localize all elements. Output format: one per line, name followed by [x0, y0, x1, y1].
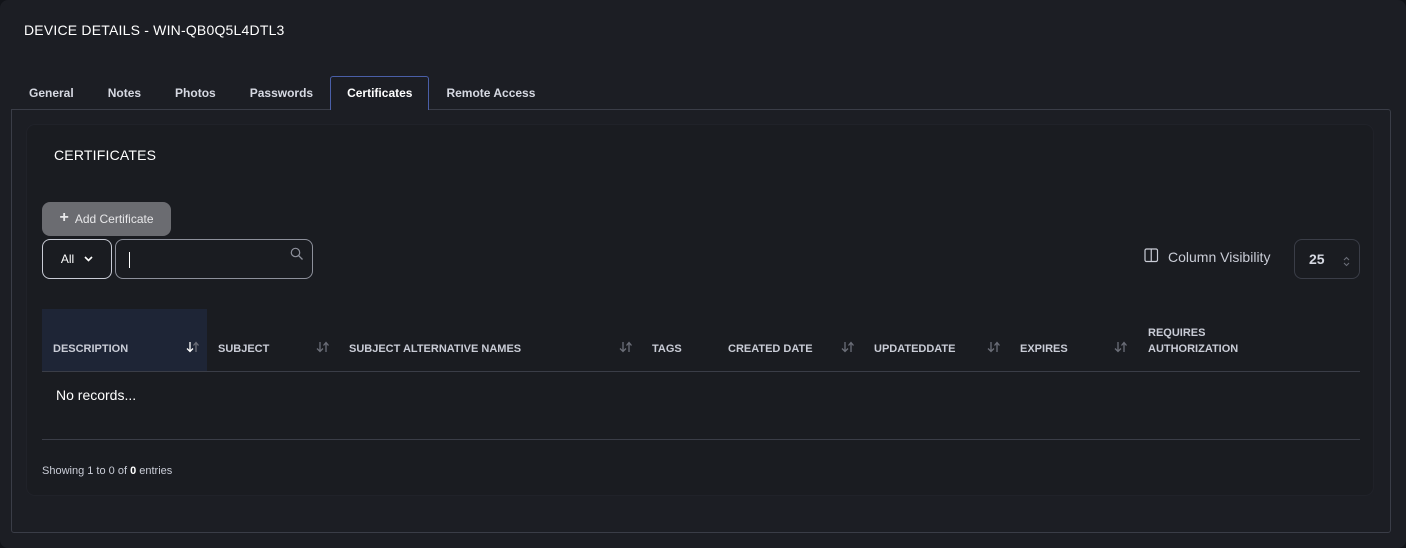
search-icon[interactable] — [290, 247, 304, 266]
chevron-down-icon — [84, 256, 93, 262]
column-header-expires[interactable]: EXPIRES — [1009, 309, 1137, 371]
sort-icon — [841, 341, 855, 356]
sort-icon — [619, 341, 633, 356]
tab-remote-access[interactable]: Remote Access — [429, 76, 552, 110]
page-size-value: 25 — [1309, 251, 1325, 267]
columns-icon — [1144, 248, 1159, 266]
column-header-created-date[interactable]: CREATED DATE — [717, 309, 862, 371]
page-title: DEVICE DETAILS - WIN-QB0Q5L4DTL3 — [24, 22, 285, 38]
column-visibility-label: Column Visibility — [1168, 249, 1271, 265]
column-label: UPDATEDDATE — [874, 343, 956, 355]
sort-desc-icon — [186, 341, 200, 356]
filter-value: All — [60, 252, 75, 266]
tab-certificates[interactable]: Certificates — [330, 76, 430, 110]
column-label: DESCRIPTION — [53, 343, 129, 355]
info-total: 0 — [130, 465, 137, 477]
filter-select[interactable]: All — [42, 239, 112, 279]
column-label: TAGS — [652, 343, 682, 355]
column-label: CREATED DATE — [728, 343, 813, 355]
column-header-subject-alternative-names[interactable]: SUBJECT ALTERNATIVE NAMES — [338, 309, 641, 371]
empty-table-message: No records... — [56, 387, 137, 403]
page-size-select[interactable]: 25 — [1294, 239, 1360, 279]
column-label: SUBJECT — [218, 343, 270, 355]
updown-icon — [1343, 254, 1350, 270]
search-field[interactable] — [115, 239, 313, 279]
text-cursor — [129, 252, 130, 268]
column-visibility-button[interactable]: Column Visibility — [1144, 248, 1270, 266]
table-bottom-divider — [42, 439, 1360, 440]
section-title: CERTIFICATES — [54, 147, 157, 163]
column-header-subject[interactable]: SUBJECT — [207, 309, 337, 371]
certificates-card: CERTIFICATES + Add Certificate All Colum… — [27, 125, 1373, 495]
tab-photos[interactable]: Photos — [158, 76, 233, 110]
sort-icon — [316, 341, 330, 356]
device-details-panel: DEVICE DETAILS - WIN-QB0Q5L4DTL3 General… — [0, 0, 1406, 548]
column-label: SUBJECT ALTERNATIVE NAMES — [349, 343, 522, 355]
info-prefix: Showing 1 to 0 of — [42, 465, 128, 477]
column-header-updateddate[interactable]: UPDATEDDATE — [863, 309, 1009, 371]
column-label: REQUIRES AUTHORIZATION — [1148, 327, 1239, 355]
add-certificate-button[interactable]: + Add Certificate — [42, 202, 171, 236]
add-certificate-label: Add Certificate — [74, 212, 154, 226]
plus-icon: + — [59, 209, 69, 226]
column-header-tags: TAGS — [641, 309, 717, 371]
sort-icon — [1114, 341, 1128, 356]
search-input[interactable] — [116, 240, 312, 278]
column-header-requires-authorization: REQUIRES AUTHORIZATION — [1137, 309, 1247, 371]
column-label: EXPIRES — [1020, 343, 1068, 355]
tab-general[interactable]: General — [12, 76, 91, 110]
tab-passwords[interactable]: Passwords — [233, 76, 330, 110]
table-header: DESCRIPTION SUBJECT SUBJECT ALTERNATIVE … — [42, 309, 1360, 372]
column-header-description[interactable]: DESCRIPTION — [42, 309, 207, 371]
tab-bar: General Notes Photos Passwords Certifica… — [12, 76, 552, 110]
tab-notes[interactable]: Notes — [91, 76, 158, 110]
table-info: Showing 1 to 0 of 0 entries — [42, 465, 172, 477]
info-suffix: entries — [139, 465, 173, 477]
sort-icon — [987, 341, 1001, 356]
